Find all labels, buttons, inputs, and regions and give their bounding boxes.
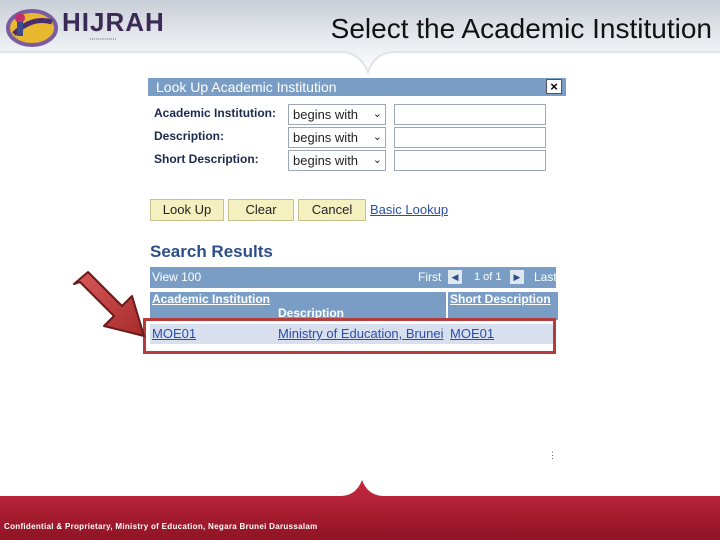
- last-link[interactable]: Last: [534, 270, 557, 284]
- operator-value: begins with: [293, 153, 359, 168]
- slide-footer: [0, 480, 720, 540]
- look-up-button[interactable]: Look Up: [150, 199, 224, 221]
- chevron-down-icon: ⌄: [372, 131, 382, 143]
- column-header-short-description[interactable]: Short Description: [448, 292, 558, 320]
- column-header-description[interactable]: Description: [278, 292, 446, 320]
- logo-text: HIJRAH: [62, 7, 165, 37]
- operator-select-description[interactable]: begins with ⌄: [288, 127, 386, 148]
- field-row-academic-institution: Academic Institution: begins with ⌄: [154, 104, 554, 126]
- footer-confidential-text: Confidential & Proprietary, Ministry of …: [4, 522, 318, 531]
- description-input[interactable]: [394, 127, 546, 148]
- previous-page-icon[interactable]: ◀: [448, 270, 462, 284]
- operator-value: begins with: [293, 107, 359, 122]
- operator-select-short-description[interactable]: begins with ⌄: [288, 150, 386, 171]
- decorative-marks: ⋮: [548, 450, 557, 460]
- logo-tagline: ••••••••••••••: [90, 36, 117, 41]
- page-indicator: 1 of 1: [474, 271, 502, 283]
- short-description-input[interactable]: [394, 150, 546, 171]
- operator-value: begins with: [293, 130, 359, 145]
- next-page-icon[interactable]: ▶: [510, 270, 524, 284]
- search-results-title: Search Results: [150, 242, 273, 261]
- field-label: Description:: [154, 129, 225, 143]
- slide-header: HIJRAH •••••••••••••• Select the Academi…: [0, 0, 720, 75]
- pointer-arrow-icon: [73, 271, 145, 337]
- hijrah-logo: HIJRAH ••••••••••••••: [4, 4, 164, 50]
- chevron-down-icon: ⌄: [372, 108, 382, 120]
- field-row-description: Description: begins with ⌄: [154, 127, 554, 149]
- view-100-link[interactable]: View 100: [152, 270, 201, 284]
- chevron-down-icon: ⌄: [372, 154, 382, 166]
- field-label: Academic Institution:: [154, 106, 277, 120]
- field-row-short-description: Short Description: begins with ⌄: [154, 150, 554, 172]
- basic-lookup-link[interactable]: Basic Lookup: [370, 202, 448, 217]
- column-header-institution[interactable]: Academic Institution: [150, 292, 278, 320]
- results-grid-header: View 100 First ◀ 1 of 1 ▶ Last: [150, 267, 557, 288]
- clear-button[interactable]: Clear: [228, 199, 294, 221]
- first-link[interactable]: First: [418, 270, 441, 284]
- operator-select-institution[interactable]: begins with ⌄: [288, 104, 386, 125]
- cancel-button[interactable]: Cancel: [298, 199, 366, 221]
- lookup-panel-title: Look Up Academic Institution: [148, 78, 566, 96]
- field-label: Short Description:: [154, 152, 259, 166]
- logo-emblem-icon: [6, 9, 58, 47]
- close-icon[interactable]: ×: [546, 79, 562, 94]
- institution-input[interactable]: [394, 104, 546, 125]
- result-row-highlight: [143, 318, 556, 354]
- slide-title: Select the Academic Institution: [330, 13, 712, 44]
